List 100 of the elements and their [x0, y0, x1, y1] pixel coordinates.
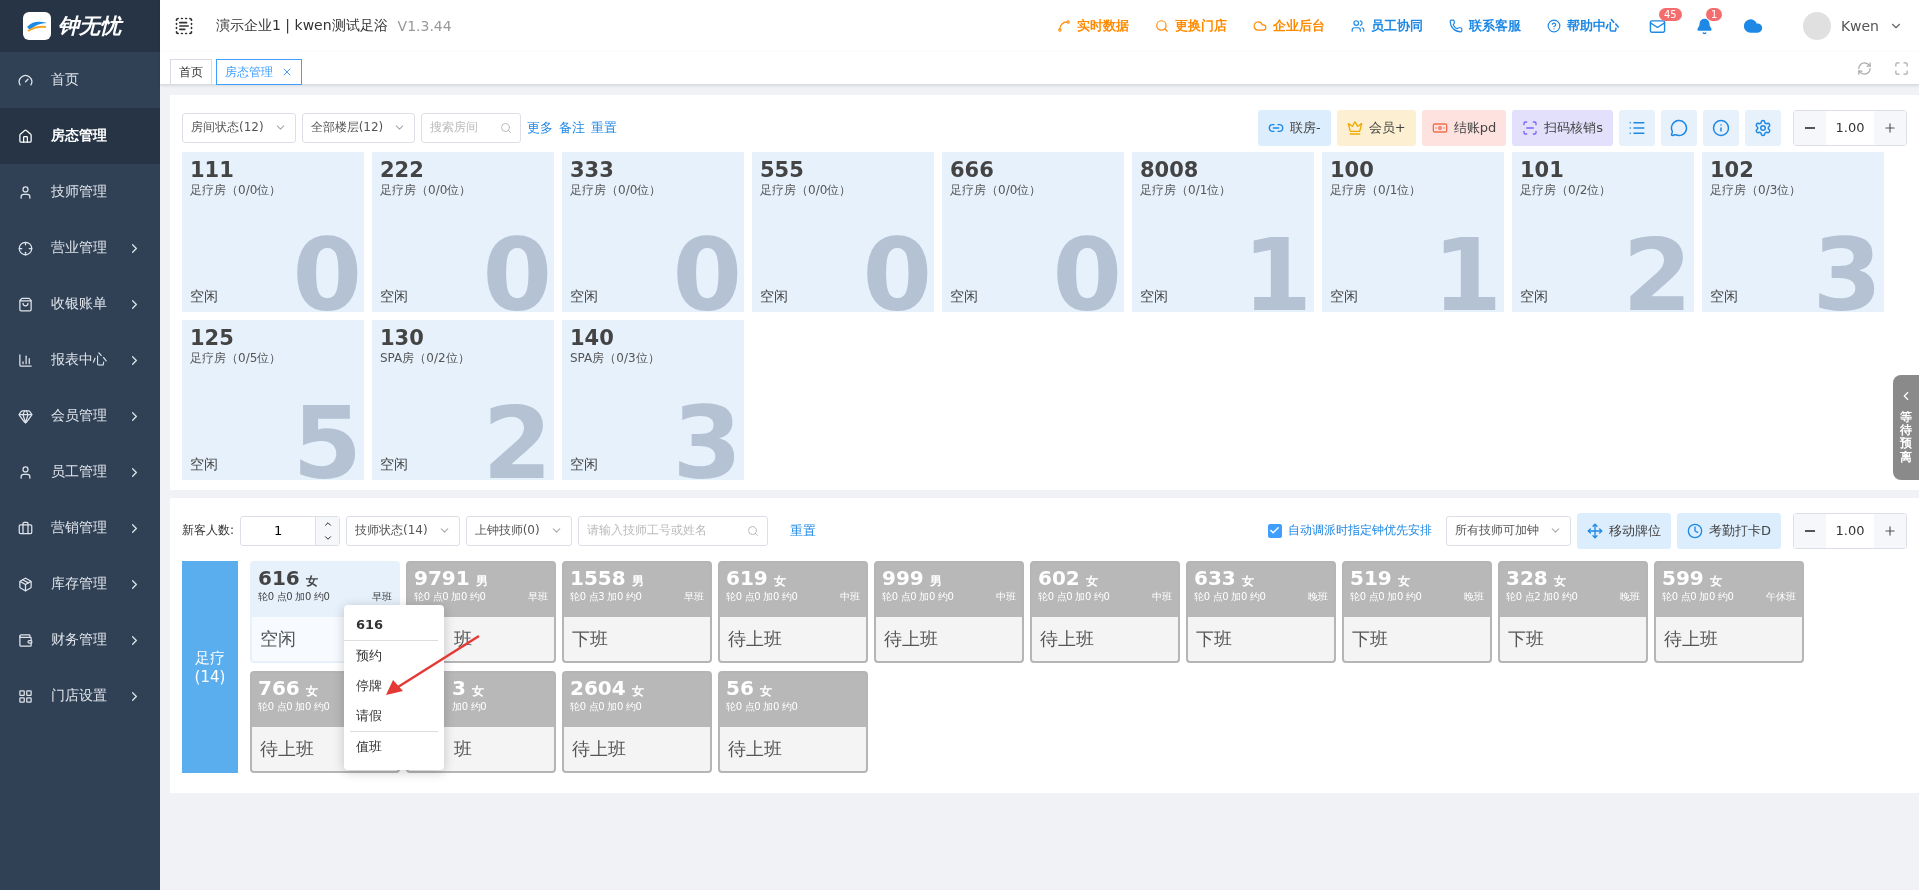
mail-icon[interactable]	[1648, 17, 1666, 35]
shift-text: 早班	[528, 590, 548, 604]
menu-icon[interactable]	[174, 16, 194, 36]
cloud-icon[interactable]	[1742, 16, 1763, 36]
sidebar-item[interactable]: 库存管理	[0, 556, 160, 612]
technician-number: 9791	[414, 566, 470, 590]
bell-icon[interactable]	[1695, 17, 1713, 35]
minus-icon	[1805, 529, 1815, 532]
technician-card[interactable]: 633 女 轮0 点0 加0 约0 晚班 下班	[1186, 561, 1336, 663]
page-tab[interactable]: 首页	[170, 59, 212, 85]
shift-text: 晚班	[1308, 590, 1328, 604]
move-icon	[1587, 522, 1603, 539]
sidebar-item[interactable]: 收银账单	[0, 276, 160, 332]
sidebar-item[interactable]: 营销管理	[0, 500, 160, 556]
sidebar-item[interactable]: 门店设置	[0, 668, 160, 724]
plus-button[interactable]	[1874, 110, 1906, 145]
gender-text: 女	[471, 683, 484, 700]
technician-card[interactable]: 1558 男 轮0 点3 加0 约0 早班 下班	[562, 561, 712, 663]
technician-stats: 轮0 点0 加0 约0	[414, 590, 486, 604]
action-button[interactable]: 移动牌位	[1577, 512, 1671, 549]
technician-status: 下班	[572, 627, 608, 651]
technician-card[interactable]: 328 女 轮0 点2 加0 约0 晚班 下班	[1498, 561, 1648, 663]
sidebar-item[interactable]: 员工管理	[0, 444, 160, 500]
filter-select[interactable]: 全部楼层(12)	[301, 112, 416, 143]
user-icon	[18, 184, 33, 200]
technician-card[interactable]: 599 女 轮0 点0 加0 约0 午休班 待上班	[1654, 561, 1804, 663]
user-name[interactable]: Kwen	[1840, 18, 1879, 34]
menu-item[interactable]: 停牌	[356, 671, 382, 701]
logo-icon	[22, 11, 52, 41]
line-chart-icon	[1056, 19, 1071, 33]
technician-stats: 轮0 点0 加0 约0	[258, 590, 330, 604]
crown-icon	[1346, 119, 1363, 136]
room-type: 足疗房（0/2位）	[1520, 182, 1613, 199]
technician-number: 999	[882, 566, 924, 590]
technician-stats: 轮0 点0 加0 约0	[1662, 590, 1734, 604]
filter-select[interactable]: 所有技师可加钟	[1446, 515, 1571, 546]
technician-status: 待上班	[1664, 627, 1718, 651]
checkbox[interactable]	[1268, 523, 1282, 538]
technician-status: 待上班	[1040, 627, 1094, 651]
technician-card[interactable]: 519 女 轮0 点0 加0 约0 晚班 下班	[1342, 561, 1492, 663]
action-button[interactable]: 联房-	[1258, 109, 1331, 146]
technician-card[interactable]: 2604 女 轮0 点0 加0 约0 待上班	[562, 671, 712, 773]
search-icon	[1154, 19, 1169, 33]
reset-link[interactable]: 重置	[789, 521, 816, 540]
technician-card[interactable]: 602 女 轮0 点0 加0 约0 中班 待上班	[1030, 561, 1180, 663]
action-button[interactable]: 扫码核销s	[1512, 109, 1613, 146]
plus-button[interactable]	[1874, 513, 1906, 548]
technician-card[interactable]: 56 女 轮0 点0 加0 约0 待上班	[718, 671, 868, 773]
gender-text: 女	[1085, 573, 1098, 590]
room-number: 333	[570, 158, 615, 182]
toolbar-link[interactable]: 备注	[559, 118, 586, 137]
header-link[interactable]: 联系客服	[1448, 17, 1521, 35]
zoom-value: 1.00	[1834, 120, 1866, 135]
room-type: SPA房（0/3位）	[570, 350, 661, 367]
toolbar-link[interactable]: 重置	[591, 118, 618, 137]
room-number: 102	[1710, 158, 1755, 182]
info-button[interactable]	[1703, 109, 1739, 146]
scan-icon	[1522, 119, 1539, 136]
count-badge: 1	[1705, 7, 1723, 21]
toolbar-link[interactable]: 更多	[527, 118, 554, 137]
header-link[interactable]: 帮助中心	[1546, 17, 1619, 35]
sidebar-item[interactable]: 技师管理	[0, 164, 160, 220]
refresh-icon[interactable]	[1857, 60, 1872, 76]
technician-status: 待上班	[728, 627, 782, 651]
plus-icon	[1883, 523, 1897, 538]
fullscreen-icon[interactable]	[1894, 60, 1909, 76]
settings-button[interactable]	[1745, 109, 1781, 146]
room-type: 足疗房（0/0位）	[760, 182, 853, 199]
sidebar-item[interactable]: 报表中心	[0, 332, 160, 388]
technician-status: 下班	[1196, 627, 1232, 651]
sidebar-item[interactable]: 首页	[0, 52, 160, 108]
filter-select[interactable]: 房间状态(12)	[182, 112, 296, 143]
action-button[interactable]: 结账pd	[1421, 109, 1507, 146]
drawer-label: 等待预离	[1900, 411, 1912, 464]
filter-select[interactable]: 上钟技师(0)	[465, 515, 572, 546]
action-button[interactable]: 会员+	[1336, 109, 1416, 146]
menu-item[interactable]: 请假	[356, 701, 382, 731]
list-button[interactable]	[1619, 109, 1655, 146]
menu-item[interactable]: 值班	[356, 732, 382, 762]
close-icon[interactable]	[281, 66, 293, 78]
filter-select[interactable]: 技师状态(14)	[346, 515, 460, 546]
increment-button[interactable]	[316, 516, 340, 531]
guest-count-field[interactable]: 1	[240, 515, 341, 546]
technician-status: 待上班	[572, 737, 626, 761]
chat-button[interactable]	[1661, 109, 1697, 146]
action-button[interactable]: 考勤打卡D	[1677, 512, 1781, 549]
info-icon	[1712, 118, 1730, 137]
room-type: 足疗房（0/0位）	[190, 182, 283, 199]
home-icon	[18, 128, 33, 144]
technician-status: 待上班	[260, 737, 314, 761]
category-name: 足疗	[195, 648, 225, 668]
sidebar-item[interactable]: 会员管理	[0, 388, 160, 444]
sidebar-item[interactable]: 财务管理	[0, 612, 160, 668]
room-type: 足疗房（0/5位）	[190, 350, 283, 367]
gender-text: 女	[305, 683, 318, 700]
sidebar-item[interactable]: 营业管理	[0, 220, 160, 276]
header-link[interactable]: 员工协同	[1350, 17, 1423, 35]
technician-card[interactable]: 619 女 轮0 点0 加0 约0 中班 待上班	[718, 561, 868, 663]
sidebar-item[interactable]: 房态管理	[0, 108, 160, 164]
technician-card[interactable]: 999 男 轮0 点0 加0 约0 中班 待上班	[874, 561, 1024, 663]
